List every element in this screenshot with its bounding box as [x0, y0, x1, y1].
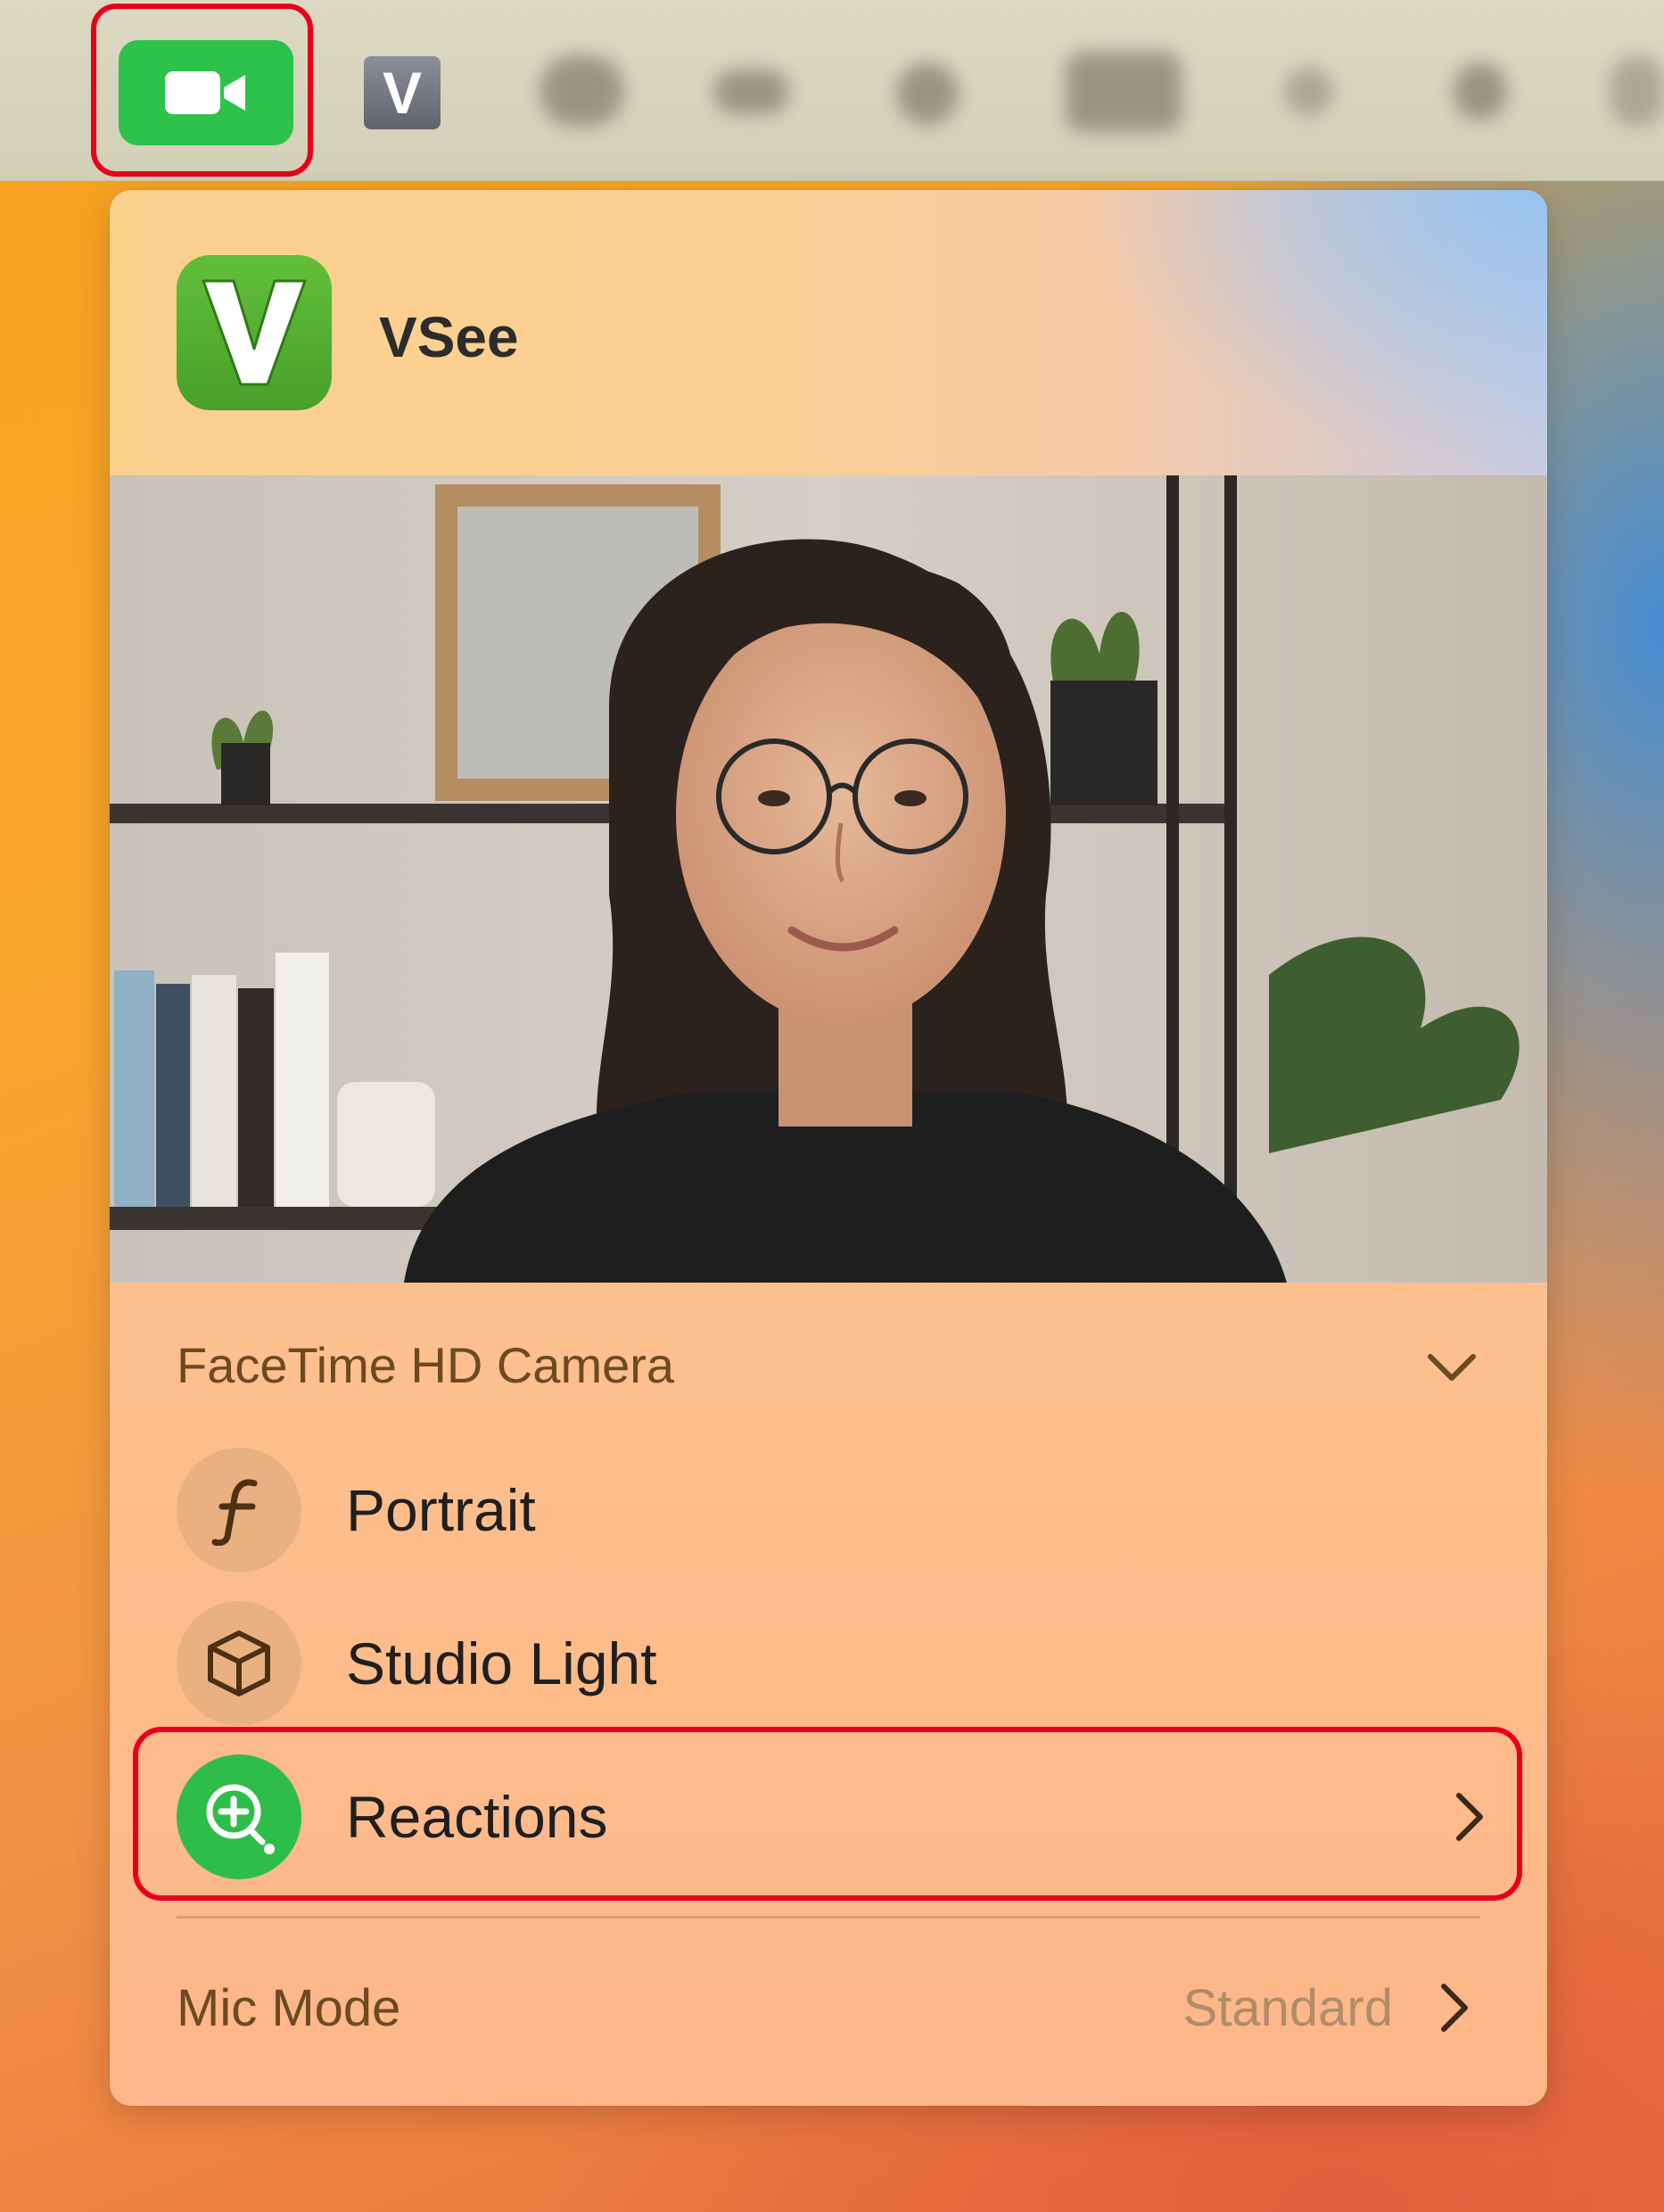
effect-studio-light[interactable]: Studio Light: [177, 1601, 1496, 1726]
reactions-icon: [206, 1784, 275, 1854]
portrait-label: Portrait: [346, 1477, 536, 1543]
camera-preview: [110, 475, 1547, 1283]
cube-icon: [208, 1630, 270, 1696]
divider: [177, 1916, 1480, 1919]
facetime-status-button[interactable]: [119, 40, 293, 145]
vsee-status-letter: V: [382, 60, 423, 126]
mic-mode-arrow[interactable]: [1428, 1981, 1481, 2035]
studio-light-label: Studio Light: [346, 1630, 657, 1696]
reactions-toggle[interactable]: [177, 1754, 301, 1879]
mic-mode-label[interactable]: Mic Mode: [177, 1978, 400, 2038]
vsee-status-icon[interactable]: V: [364, 56, 441, 129]
f-aperture-icon: [211, 1479, 258, 1546]
camera-section-title: FaceTime HD Camera: [177, 1337, 675, 1393]
blurred-status-icon[interactable]: [1066, 52, 1182, 132]
vsee-app-icon: [177, 255, 332, 410]
video-effects-panel: VSee FaceTime HD Camera Portrait Studio …: [110, 190, 1547, 2106]
camera-select-toggle[interactable]: [1425, 1341, 1479, 1394]
portrait-toggle[interactable]: [177, 1448, 301, 1572]
chevron-down-icon: [1428, 1354, 1476, 1381]
panel-header: VSee: [110, 190, 1547, 475]
blurred-status-icon[interactable]: [540, 55, 624, 127]
vsee-logo-icon: [202, 279, 307, 386]
chevron-right-icon: [1441, 1984, 1468, 2032]
studio-light-toggle[interactable]: [177, 1601, 301, 1726]
blurred-status-icon[interactable]: [1610, 55, 1664, 127]
effect-reactions[interactable]: Reactions: [177, 1754, 1496, 1879]
camera-preview-image: [110, 475, 1547, 1283]
video-camera-icon: [165, 71, 245, 114]
blurred-status-icon[interactable]: [1284, 67, 1333, 116]
reactions-label: Reactions: [346, 1784, 608, 1850]
chevron-right-icon: [1456, 1793, 1483, 1841]
blurred-status-icon[interactable]: [896, 62, 959, 125]
mic-mode-value[interactable]: Standard: [1183, 1978, 1393, 2038]
blurred-status-icon[interactable]: [1454, 62, 1507, 120]
effect-portrait[interactable]: Portrait: [177, 1448, 1496, 1572]
reactions-submenu-arrow[interactable]: [1443, 1790, 1496, 1844]
menu-bar: V: [0, 0, 1664, 181]
app-name: VSee: [379, 305, 519, 369]
blurred-status-icon[interactable]: [713, 70, 789, 114]
